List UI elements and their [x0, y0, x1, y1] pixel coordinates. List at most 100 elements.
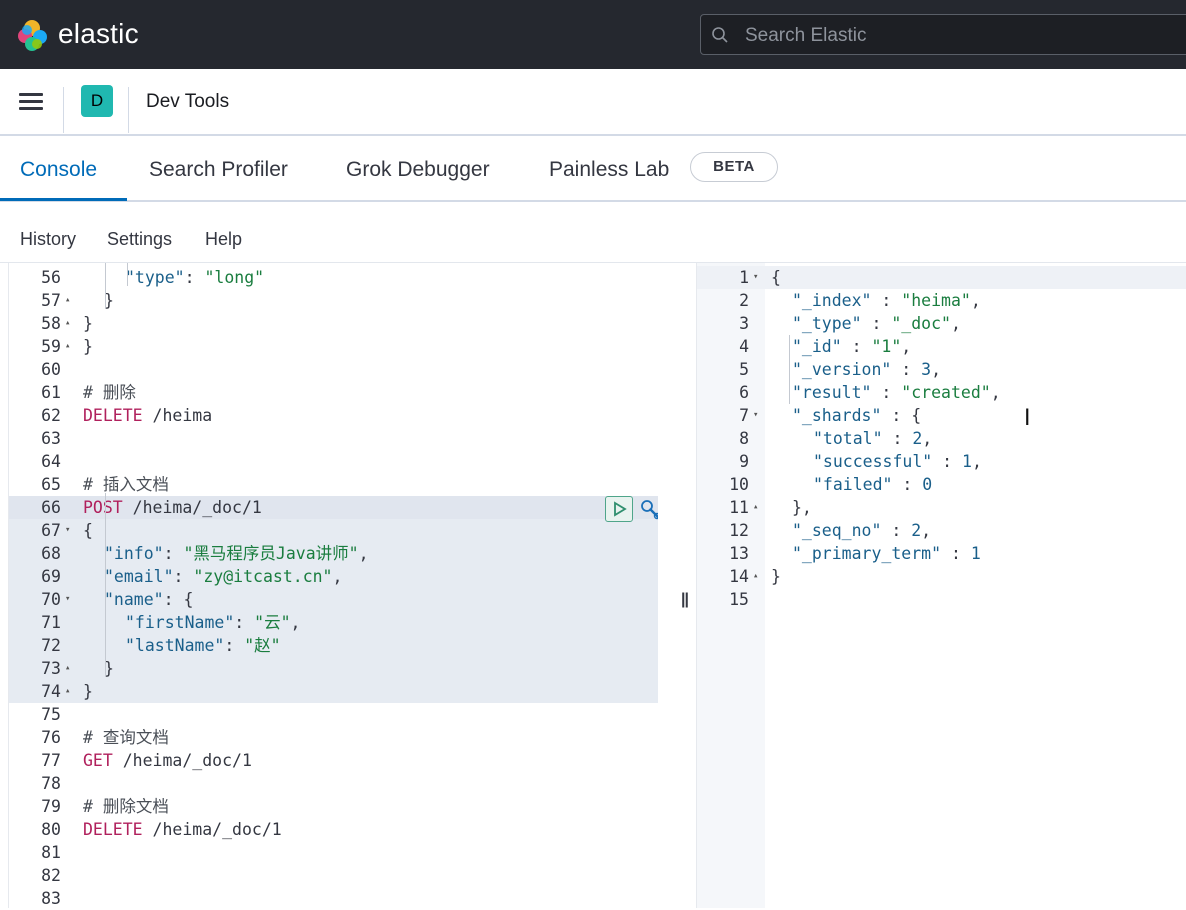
global-search-input[interactable]: Search Elastic	[700, 14, 1186, 55]
response-line[interactable]: 6 "result" : "created",	[697, 381, 1186, 404]
line-number: 57	[41, 291, 61, 310]
response-line[interactable]: 2 "_index" : "heima",	[697, 289, 1186, 312]
line-number: 67	[41, 521, 61, 540]
elastic-logo-icon[interactable]	[14, 17, 50, 53]
request-line[interactable]: 70 ▾ "name": {	[9, 588, 659, 611]
fold-toggle-icon[interactable]: ▴	[65, 312, 70, 335]
fold-toggle-icon[interactable]: ▴	[65, 335, 70, 358]
fold-toggle-icon[interactable]: ▴	[65, 289, 70, 312]
request-line[interactable]: 78	[9, 772, 659, 795]
fold-toggle-icon[interactable]: ▴	[753, 565, 758, 588]
response-line[interactable]: 7 ▾ "_shards" : {	[697, 404, 1186, 427]
response-line[interactable]: 15	[697, 588, 1186, 611]
line-number: 77	[41, 751, 61, 770]
code-text: }	[83, 314, 93, 333]
response-line[interactable]: 12 "_seq_no" : 2,	[697, 519, 1186, 542]
request-line[interactable]: 81	[9, 841, 659, 864]
request-line[interactable]: 72 "lastName": "赵"	[9, 634, 659, 657]
line-number: 12	[729, 521, 749, 540]
code-text: "email": "zy@itcast.cn",	[104, 567, 343, 586]
fold-toggle-icon[interactable]: ▾	[65, 519, 70, 542]
brand-name[interactable]: elastic	[58, 18, 139, 50]
line-number: 6	[739, 383, 749, 402]
code-text: "type": "long"	[125, 268, 265, 287]
request-line[interactable]: 62 DELETE /heima	[9, 404, 659, 427]
hamburger-menu-icon[interactable]	[19, 93, 43, 111]
request-line[interactable]: 75	[9, 703, 659, 726]
request-line[interactable]: 82	[9, 864, 659, 887]
request-line[interactable]: 58 ▴}	[9, 312, 659, 335]
code-text: "_type" : "_doc",	[792, 314, 961, 333]
request-line[interactable]: 66 POST /heima/_doc/1	[9, 496, 659, 519]
tab-painless-lab[interactable]: Painless Lab	[549, 158, 669, 182]
code-text: "_id" : "1",	[792, 337, 912, 356]
response-line[interactable]: 9 "successful" : 1,	[697, 450, 1186, 473]
code-text: POST /heima/_doc/1	[83, 498, 262, 517]
code-text: "_index" : "heima",	[792, 291, 981, 310]
code-text: # 插入文档	[83, 475, 169, 494]
response-line[interactable]: 11 ▴},	[697, 496, 1186, 519]
request-line[interactable]: 74 ▴}	[9, 680, 659, 703]
search-icon	[712, 27, 728, 43]
request-line[interactable]: 80 DELETE /heima/_doc/1	[9, 818, 659, 841]
page-title: Dev Tools	[146, 91, 230, 112]
request-line[interactable]: 63	[9, 427, 659, 450]
code-text: DELETE /heima	[83, 406, 213, 425]
help-link[interactable]: Help	[205, 229, 242, 250]
response-line[interactable]: 5 "_version" : 3,	[697, 358, 1186, 381]
tab-grok-debugger[interactable]: Grok Debugger	[346, 158, 490, 182]
settings-link[interactable]: Settings	[107, 229, 172, 250]
response-line[interactable]: 13 "_primary_term" : 1	[697, 542, 1186, 565]
response-line[interactable]: 3 "_type" : "_doc",	[697, 312, 1186, 335]
line-number: 63	[41, 429, 61, 448]
request-line[interactable]: 60	[9, 358, 659, 381]
fold-toggle-icon[interactable]: ▾	[753, 404, 758, 427]
request-line[interactable]: 76 # 查询文档	[9, 726, 659, 749]
response-line[interactable]: 8 "total" : 2,	[697, 427, 1186, 450]
history-link[interactable]: History	[20, 229, 76, 250]
fold-toggle-icon[interactable]: ▴	[65, 657, 70, 680]
tab-search-profiler[interactable]: Search Profiler	[149, 158, 288, 182]
indent-guide	[105, 493, 106, 631]
request-line[interactable]: 68 "info": "黑马程序员Java讲师",	[9, 542, 659, 565]
request-line[interactable]: 69 "email": "zy@itcast.cn",	[9, 565, 659, 588]
pane-resizer[interactable]: ||	[658, 263, 696, 908]
code-text: "total" : 2,	[813, 429, 933, 448]
code-text: }	[83, 682, 93, 701]
request-line[interactable]: 61 # 删除	[9, 381, 659, 404]
request-line[interactable]: 79 # 删除文档	[9, 795, 659, 818]
response-line[interactable]: 10 "failed" : 0	[697, 473, 1186, 496]
active-tab-indicator	[0, 198, 127, 201]
request-line[interactable]: 77 GET /heima/_doc/1	[9, 749, 659, 772]
response-line[interactable]: 14 ▴}	[697, 565, 1186, 588]
line-number: 58	[41, 314, 61, 333]
request-line[interactable]: 56 "type": "long"	[9, 266, 659, 289]
tab-console[interactable]: Console	[20, 158, 97, 182]
request-editor[interactable]: 83 82 81 80 DELETE /heima/_doc/1 79 # 删除文档 78 77…	[8, 263, 668, 908]
request-line[interactable]: 59 ▴}	[9, 335, 659, 358]
line-number: 4	[739, 337, 749, 356]
code-text: "_version" : 3,	[792, 360, 942, 379]
fold-toggle-icon[interactable]: ▴	[65, 680, 70, 703]
request-line[interactable]: 71 "firstName": "云",	[9, 611, 659, 634]
fold-toggle-icon[interactable]: ▴	[753, 496, 758, 519]
response-line[interactable]: 4 "_id" : "1",	[697, 335, 1186, 358]
code-text: "result" : "created",	[792, 383, 1001, 402]
request-line[interactable]: 73 ▴}	[9, 657, 659, 680]
send-request-button[interactable]	[605, 496, 633, 522]
code-text: # 删除	[83, 383, 136, 402]
code-text: }	[771, 567, 781, 586]
request-line[interactable]: 67 ▾ {	[9, 519, 659, 542]
request-line[interactable]: 64	[9, 450, 659, 473]
response-editor[interactable]: 1 ▾{2 "_index" : "heima", 3 "_type" : "_doc"…	[696, 263, 1186, 908]
request-line[interactable]: 65 # 插入文档	[9, 473, 659, 496]
fold-toggle-icon[interactable]: ▾	[753, 266, 758, 289]
divider	[63, 87, 64, 133]
line-number: 1	[739, 268, 749, 287]
request-line[interactable]: 57 ▴}	[9, 289, 659, 312]
line-number: 7	[739, 406, 749, 425]
code-text: {	[83, 521, 93, 540]
fold-toggle-icon[interactable]: ▾	[65, 588, 70, 611]
response-line[interactable]: 1 ▾ {	[697, 266, 1186, 289]
space-avatar[interactable]: D	[81, 85, 113, 117]
